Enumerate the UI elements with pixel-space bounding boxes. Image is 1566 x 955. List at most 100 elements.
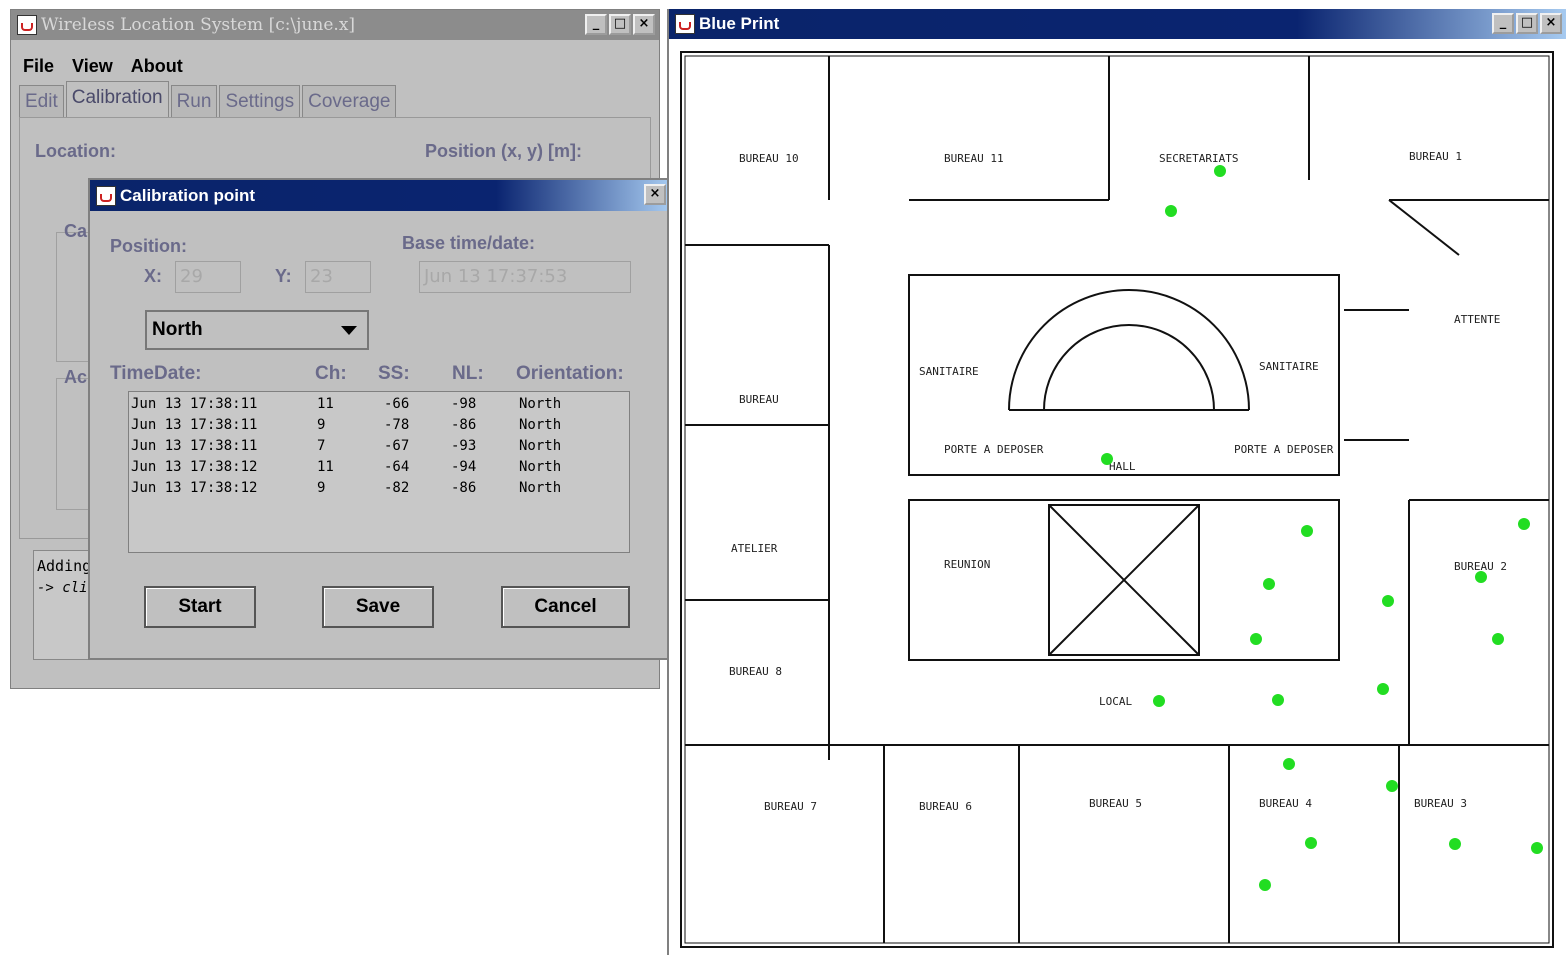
room-label: PORTE A DEPOSER [1234, 443, 1334, 456]
tab-edit[interactable]: Edit [19, 85, 64, 117]
list-cell: 11 [317, 459, 334, 475]
room-label: BUREAU 7 [764, 800, 817, 813]
room-label: REUNION [944, 558, 990, 571]
blueprint-title: Blue Print [699, 14, 780, 33]
calibration-point[interactable] [1382, 595, 1394, 607]
chevron-down-icon [341, 326, 357, 335]
cancel-button[interactable]: Cancel [501, 586, 630, 628]
col-ss: SS: [378, 363, 410, 384]
list-cell: 9 [317, 480, 326, 496]
dialog-titlebar[interactable]: Calibration point × [90, 180, 670, 211]
position-label: Position (x, y) [m]: [425, 141, 582, 161]
list-cell: Jun 13 17:38:12 [131, 459, 258, 475]
log-line-1: Adding [37, 557, 92, 575]
list-cell: Jun 13 17:38:11 [131, 417, 258, 433]
list-cell: -93 [451, 438, 477, 454]
room-label: BUREAU 3 [1414, 797, 1467, 810]
java-cup-icon [675, 14, 695, 34]
minimize-icon[interactable]: _ [1492, 13, 1514, 34]
calibration-point[interactable] [1449, 838, 1461, 850]
col-orientation: Orientation: [516, 363, 624, 384]
tab-settings[interactable]: Settings [219, 85, 301, 117]
list-item[interactable]: Jun 13 17:38:12 9 -82 -86 North [129, 478, 629, 499]
list-cell: -64 [384, 459, 410, 475]
base-time-label: Base time/date: [402, 233, 536, 253]
measurement-list[interactable]: Jun 13 17:38:11 11 -66 -98 North Jun 13 17:38… [128, 391, 630, 553]
calibration-point[interactable] [1531, 842, 1543, 854]
calibration-point[interactable] [1263, 578, 1275, 590]
calibration-point[interactable] [1250, 633, 1262, 645]
list-cell: Jun 13 17:38:12 [131, 480, 258, 496]
list-cell: North [519, 438, 562, 454]
calibration-point[interactable] [1214, 165, 1226, 177]
list-cell: North [519, 417, 562, 433]
list-item[interactable]: Jun 13 17:38:11 7 -67 -93 North [129, 436, 629, 457]
orientation-select[interactable]: North [145, 310, 369, 350]
base-time-field[interactable]: Jun 13 17:37:53 [419, 261, 631, 293]
java-cup-icon [17, 15, 37, 35]
list-item[interactable]: Jun 13 17:38:12 11 -64 -94 North [129, 457, 629, 478]
list-cell: -82 [384, 480, 410, 496]
menu-about[interactable]: About [131, 56, 183, 77]
calibration-point[interactable] [1101, 453, 1113, 465]
access-group-title: Ac [64, 367, 88, 387]
x-label: X: [144, 266, 162, 286]
col-timedate: TimeDate: [110, 363, 202, 384]
list-cell: 9 [317, 417, 326, 433]
calibration-point[interactable] [1377, 683, 1389, 695]
menu-view[interactable]: View [72, 56, 113, 77]
room-label: ATTENTE [1454, 313, 1500, 326]
orientation-selected: North [152, 319, 203, 340]
blueprint-titlebar[interactable]: Blue Print _ □ × [669, 9, 1566, 39]
room-label: BUREAU 8 [729, 665, 782, 678]
start-button[interactable]: Start [144, 586, 256, 628]
list-cell: -98 [451, 396, 477, 412]
list-cell: 7 [317, 438, 326, 454]
calibration-dialog: Calibration point × Position: X: 29 Y: 2… [88, 178, 672, 660]
calibration-point[interactable] [1492, 633, 1504, 645]
calibration-point[interactable] [1301, 525, 1313, 537]
close-icon[interactable]: × [1540, 13, 1562, 34]
close-icon[interactable]: × [644, 184, 666, 205]
calibration-point[interactable] [1518, 518, 1530, 530]
tab-coverage[interactable]: Coverage [302, 85, 397, 117]
floor-plan[interactable]: BUREAU 10 BUREAU 11 SECRETARIATS BUREAU 1 AT… [669, 40, 1566, 954]
tab-strip: Edit Calibration Run Settings Coverage [19, 81, 398, 117]
list-item[interactable]: Jun 13 17:38:11 9 -78 -86 North [129, 415, 629, 436]
calibration-group-title: Ca [64, 221, 88, 241]
calibration-point[interactable] [1475, 571, 1487, 583]
room-label: PORTE A DEPOSER [944, 443, 1044, 456]
calibration-point[interactable] [1283, 758, 1295, 770]
room-label: BUREAU 6 [919, 800, 972, 813]
calibration-point[interactable] [1153, 695, 1165, 707]
col-ch: Ch: [315, 363, 347, 384]
position-label: Position: [110, 236, 187, 256]
tab-run[interactable]: Run [170, 85, 218, 117]
list-cell: North [519, 396, 562, 412]
close-icon[interactable]: × [633, 14, 655, 35]
list-cell: -66 [384, 396, 410, 412]
x-field[interactable]: 29 [175, 261, 241, 293]
maximize-icon[interactable]: □ [1516, 13, 1538, 34]
calibration-point[interactable] [1305, 837, 1317, 849]
list-cell: -86 [451, 480, 477, 496]
list-cell: Jun 13 17:38:11 [131, 438, 258, 454]
calibration-point[interactable] [1272, 694, 1284, 706]
calibration-point[interactable] [1386, 780, 1398, 792]
location-label: Location: [35, 141, 116, 161]
tab-calibration[interactable]: Calibration [65, 81, 169, 117]
calibration-point[interactable] [1259, 879, 1271, 891]
y-field[interactable]: 23 [305, 261, 371, 293]
maximize-icon[interactable]: □ [609, 14, 631, 35]
main-window-titlebar[interactable]: Wireless Location System [c:\june.x] _ □… [11, 10, 659, 40]
list-item[interactable]: Jun 13 17:38:11 11 -66 -98 North [129, 394, 629, 415]
menu-file[interactable]: File [23, 56, 54, 77]
list-cell: -94 [451, 459, 477, 475]
minimize-icon[interactable]: _ [585, 14, 607, 35]
room-label: BUREAU 1 [1409, 150, 1462, 163]
room-label: HALL [1109, 460, 1136, 473]
save-button[interactable]: Save [322, 586, 434, 628]
list-cell: -67 [384, 438, 410, 454]
room-label: BUREAU 11 [944, 152, 1004, 165]
calibration-point[interactable] [1165, 205, 1177, 217]
